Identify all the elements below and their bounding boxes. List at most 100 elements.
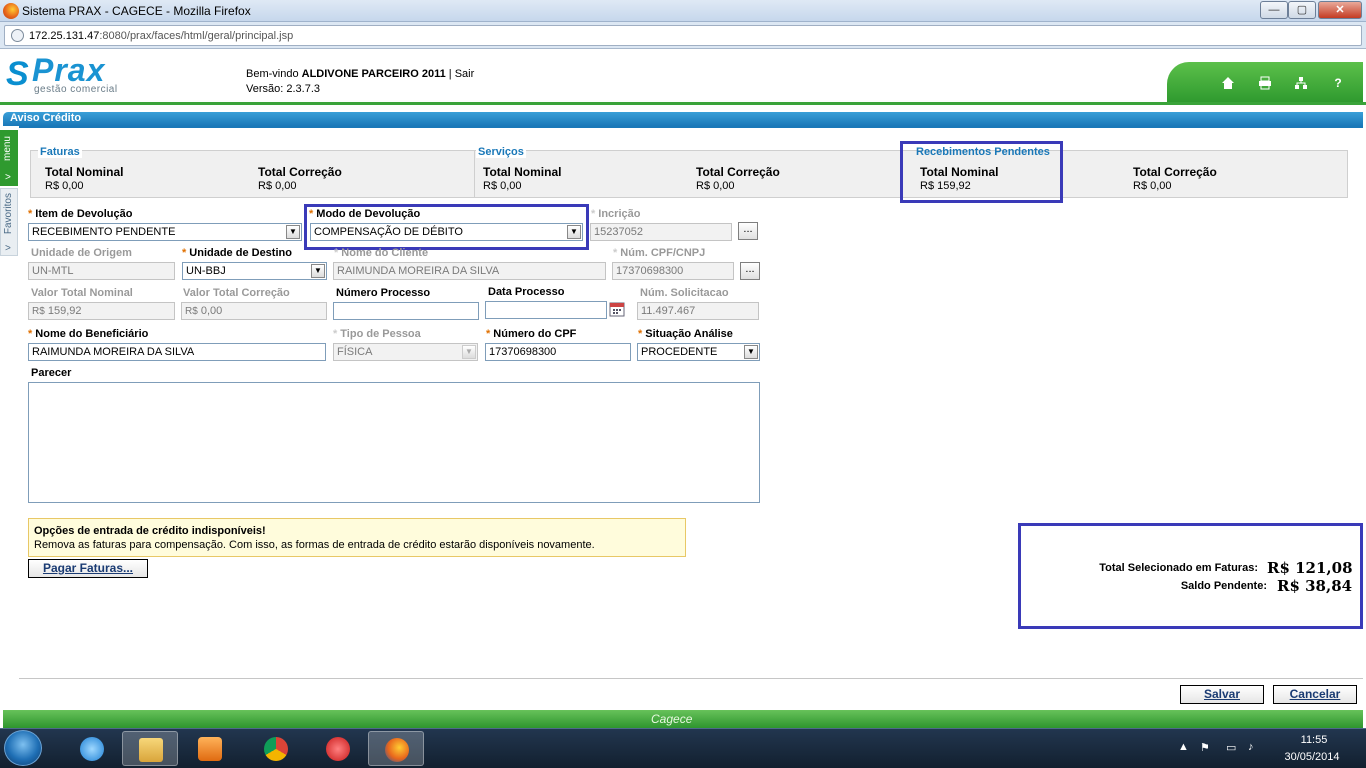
taskbar-firefox-icon[interactable] [368, 731, 424, 766]
tray-volume-icon[interactable]: ♪ [1248, 741, 1254, 753]
taskbar-ie-icon[interactable] [64, 731, 120, 766]
tray-date[interactable]: 30/05/2014 [1280, 751, 1344, 763]
home-icon[interactable] [1221, 76, 1235, 90]
faturas-correcao-label: Total Correção [258, 165, 342, 179]
warning-title: Opções de entrada de crédito indisponíve… [34, 525, 266, 537]
minimize-button[interactable]: — [1260, 1, 1288, 19]
recebimentos-nominal-label: Total Nominal [920, 165, 999, 179]
item-devolucao-select[interactable]: RECEBIMENTO PENDENTE ▼ [28, 223, 302, 241]
numero-processo-input[interactable] [333, 302, 479, 320]
section-underline [19, 126, 1363, 128]
inscricao-label: * Incrição [591, 208, 641, 220]
taskbar-chrome-icon[interactable] [248, 731, 304, 766]
total-selecionado-label: Total Selecionado em Faturas: [1099, 562, 1258, 574]
recebimentos-correcao-value: R$ 0,00 [1133, 180, 1172, 192]
chevron-down-icon: ▼ [311, 264, 325, 278]
chevron-down-icon: ▼ [286, 225, 300, 239]
menu-tab-label: menu [2, 136, 13, 162]
prax-logo-mark: S [6, 55, 29, 93]
cpf-cnpj-field: 17370698300 [612, 262, 734, 280]
sitemap-icon[interactable] [1294, 76, 1308, 90]
user-name: ALDIVONE PARCEIRO 2011 [301, 68, 446, 80]
faturas-nominal-value: R$ 0,00 [45, 180, 84, 192]
data-processo-label: Data Processo [488, 286, 565, 298]
parecer-textarea[interactable] [28, 382, 760, 503]
modo-devolucao-select[interactable]: COMPENSAÇÃO DE DÉBITO ▼ [310, 223, 583, 241]
tray-network-icon[interactable]: ▭ [1226, 741, 1236, 754]
window-titlebar: Sistema PRAX - CAGECE - Mozilla Firefox [0, 0, 1366, 22]
numero-cpf-label: * Número do CPF [486, 328, 577, 340]
numero-cpf-input[interactable]: 17370698300 [485, 343, 631, 361]
welcome-line: Bem-vindo ALDIVONE PARCEIRO 2011 | Sair [246, 68, 475, 80]
salvar-button[interactable]: Salvar [1180, 685, 1264, 704]
cancelar-button[interactable]: Cancelar [1273, 685, 1357, 704]
nome-cliente-label: * Nome do Cliente [334, 247, 429, 259]
nome-cliente-field: RAIMUNDA MOREIRA DA SILVA [333, 262, 606, 280]
total-selecionado-value: R$ 121,08 [1267, 559, 1353, 577]
nome-beneficiario-input[interactable]: RAIMUNDA MOREIRA DA SILVA [28, 343, 326, 361]
taskbar-app-icon[interactable] [310, 731, 366, 766]
servicos-nominal-label: Total Nominal [483, 165, 562, 179]
recebimentos-correcao-label: Total Correção [1133, 165, 1217, 179]
numero-processo-label: Número Processo [336, 287, 431, 299]
start-button[interactable] [4, 730, 42, 766]
firefox-icon [3, 3, 19, 19]
sidebar-tab-favorites[interactable]: Favoritos > [0, 188, 18, 256]
item-devolucao-label: * Item de Devolução [28, 208, 133, 220]
valor-correcao-field: R$ 0,00 [181, 302, 327, 320]
faturas-correcao-value: R$ 0,00 [258, 180, 297, 192]
taskbar-media-icon[interactable] [182, 731, 238, 766]
modo-devolucao-label: * Modo de Devolução [309, 208, 421, 220]
calendar-icon[interactable] [609, 301, 625, 317]
pagar-faturas-button[interactable]: Pagar Faturas... [28, 559, 148, 578]
tray-time[interactable]: 11:55 [1284, 734, 1344, 746]
cpf-cnpj-lookup-button[interactable]: ... [740, 262, 760, 280]
parecer-label: Parecer [31, 367, 72, 379]
tray-expand-icon[interactable]: ▲ [1178, 741, 1189, 753]
warning-text: Remova as faturas para compensação. Com … [34, 539, 595, 551]
chevron-down-icon: ▼ [567, 225, 581, 239]
url-input[interactable]: 172.25.131.47:8080/prax/faces/html/geral… [4, 25, 1362, 46]
faturas-nominal-label: Total Nominal [45, 165, 124, 179]
close-window-button[interactable]: ✕ [1318, 1, 1362, 19]
saldo-pendente-label: Saldo Pendente: [1180, 580, 1267, 592]
inscricao-field: 15237052 [590, 223, 732, 241]
print-icon[interactable] [1258, 76, 1272, 90]
unidade-origem-field: UN-MTL [28, 262, 175, 280]
bottom-divider [19, 678, 1363, 679]
chevron-right-icon: > [5, 172, 11, 183]
situacao-analise-select[interactable]: PROCEDENTE ▼ [637, 343, 760, 361]
valor-correcao-label: Valor Total Correção [183, 287, 290, 299]
valor-nominal-field: R$ 159,92 [28, 302, 175, 320]
tray-flag-icon[interactable]: ⚑ [1200, 741, 1210, 754]
servicos-group-label: Serviços [476, 146, 526, 158]
logo-subtitle: gestão comercial [34, 84, 118, 95]
help-icon[interactable]: ? [1331, 76, 1345, 90]
sidebar-tab-menu[interactable]: menu > [0, 130, 18, 186]
taskbar-explorer-icon[interactable] [122, 731, 178, 766]
window-title: Sistema PRAX - CAGECE - Mozilla Firefox [22, 4, 251, 18]
cagece-logo: Cagece [651, 712, 693, 726]
servicos-nominal-value: R$ 0,00 [483, 180, 522, 192]
recebimentos-group-label: Recebimentos Pendentes [916, 146, 1050, 158]
cpf-cnpj-label: * Núm. CPF/CNPJ [613, 247, 706, 259]
chevron-right-icon: > [5, 243, 11, 254]
servicos-correcao-label: Total Correção [696, 165, 780, 179]
logout-link[interactable]: Sair [455, 68, 475, 80]
header-divider [0, 102, 1366, 105]
num-solicitacao-field: 11.497.467 [637, 302, 759, 320]
chevron-down-icon: ▼ [462, 345, 476, 359]
nome-beneficiario-label: * Nome do Beneficiário [28, 328, 149, 340]
maximize-button[interactable]: ▢ [1288, 1, 1316, 19]
url-path: :8080/prax/faces/html/geral/principal.js… [99, 30, 294, 42]
unidade-destino-label: * Unidade de Destino [182, 247, 292, 259]
url-host: 172.25.131.47 [29, 30, 100, 42]
inscricao-lookup-button[interactable]: ... [738, 222, 758, 240]
unidade-destino-select[interactable]: UN-BBJ ▼ [182, 262, 327, 280]
valor-nominal-label: Valor Total Nominal [31, 287, 133, 299]
saldo-pendente-value: R$ 38,84 [1277, 577, 1353, 595]
tipo-pessoa-label: * Tipo de Pessoa [333, 328, 421, 340]
num-solicitacao-label: Núm. Solicitacao [640, 287, 729, 299]
recebimentos-nominal-value: R$ 159,92 [920, 180, 971, 192]
data-processo-input[interactable] [485, 301, 607, 319]
